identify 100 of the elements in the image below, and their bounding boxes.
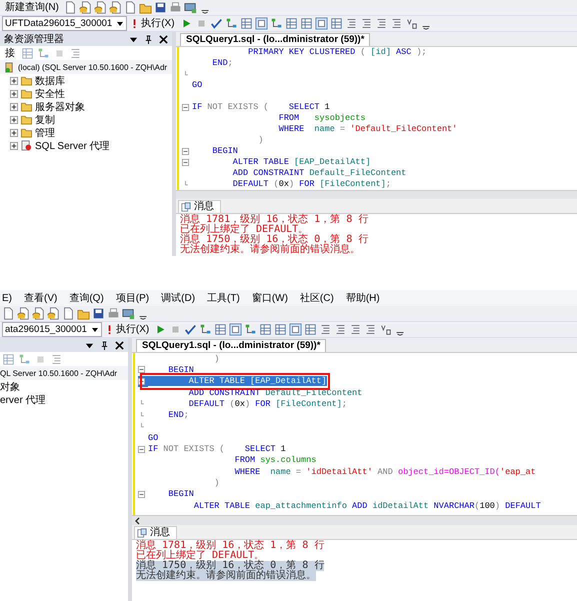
code-line: BEGIN [167, 364, 194, 375]
hierarchy-icon[interactable] [199, 323, 212, 336]
tree-item[interactable]: 管理 [35, 126, 55, 140]
execute-button[interactable]: 执行(X) [104, 323, 152, 336]
indent-icon[interactable] [364, 323, 378, 336]
database-document-icon[interactable] [32, 307, 45, 320]
hierarchy-icon[interactable] [270, 17, 283, 30]
check-icon[interactable] [184, 323, 198, 336]
database-document-icon[interactable] [94, 1, 107, 14]
menu-item[interactable]: 项目(P) [116, 291, 150, 305]
error-message: 消息 1750，级别 16，状态 0，第 8 行 [136, 561, 324, 571]
database-dropdown[interactable]: UFTData296015_300001 [2, 16, 128, 31]
messages-icon [181, 202, 191, 212]
code-line: BEGIN [167, 489, 194, 500]
code-line: ADD CONSTRAINT Default_FileContent [188, 388, 362, 398]
save-icon[interactable] [154, 1, 167, 14]
code-line: END; [211, 58, 233, 68]
menu-item[interactable]: E) [2, 292, 12, 304]
tree-item[interactable]: 安全性 [35, 86, 65, 100]
indent-icon[interactable] [349, 323, 362, 336]
collapse-toggle-icon[interactable] [138, 446, 145, 453]
indent-icon[interactable] [344, 17, 358, 30]
database-document-icon[interactable] [78, 1, 92, 14]
collapse-toggle-icon[interactable] [182, 148, 189, 155]
horizontal-scrollbar[interactable] [132, 515, 577, 525]
hierarchy-icon[interactable] [37, 46, 50, 60]
expand-toggle-icon[interactable] [10, 128, 18, 136]
expand-toggle-icon[interactable] [10, 116, 18, 124]
code-line: BEGIN [211, 146, 238, 156]
code-line: WHERE name = 'Default_FileContent' [278, 124, 458, 134]
folder-icon [21, 127, 32, 138]
error-message: 无法创建约束。请参阅前面的错误消息。 [180, 244, 360, 255]
menu-item[interactable]: 查看(V) [24, 291, 58, 305]
tree-item[interactable]: erver 代理 [0, 392, 46, 406]
tree-item[interactable]: SQL Server 代理 [35, 138, 110, 152]
editor-tab[interactable]: SQLQuery1.sql - (lo...dministrator (59))* [180, 32, 370, 46]
execute-button[interactable]: 执行(X) [129, 17, 178, 30]
tree-item[interactable]: 服务器对象 [35, 100, 85, 114]
menu-item[interactable]: 社区(C) [300, 291, 334, 305]
database-document-icon[interactable] [17, 307, 30, 320]
new-query-button[interactable]: 新建查询(N) [2, 1, 62, 14]
indent-icon[interactable] [374, 17, 388, 30]
menu-item[interactable]: 调试(D) [161, 291, 196, 305]
menu-item[interactable]: 帮助(H) [346, 291, 380, 305]
indent-icon[interactable] [360, 17, 373, 30]
scroll-left-icon[interactable] [134, 516, 142, 524]
indent-icon[interactable] [319, 323, 332, 336]
panel-title: 象资源管理器 [4, 33, 64, 46]
database-document-icon[interactable] [47, 307, 60, 320]
error-message: 消息 1781，级别 16，状态 1，第 8 行 [180, 214, 368, 225]
code-line: DEFAULT (0x) FOR [FileContent]; [232, 179, 391, 190]
check-icon[interactable] [210, 17, 223, 30]
close-icon[interactable] [115, 340, 124, 350]
collapse-toggle-icon[interactable] [182, 158, 189, 166]
collapse-toggle-icon[interactable] [182, 104, 189, 111]
messages-tab[interactable]: 消息 [134, 526, 177, 539]
indent-icon[interactable] [334, 323, 348, 336]
pin-icon[interactable] [100, 340, 109, 350]
tree-item[interactable]: 对象 [0, 380, 20, 394]
folder-icon [21, 101, 32, 112]
expand-toggle-icon[interactable] [10, 76, 18, 84]
hierarchy-icon[interactable] [224, 17, 238, 30]
messages-tab[interactable]: 消息 [178, 200, 221, 213]
monitor-icon[interactable] [122, 307, 135, 320]
connect-button[interactable]: 接 [2, 46, 18, 60]
indent-icon[interactable] [69, 46, 82, 60]
menu-item[interactable]: 查询(Q) [69, 291, 104, 305]
error-message: 已在列上绑定了 DEFAULT。 [136, 551, 264, 561]
error-message: 已在列上绑定了 DEFAULT。 [180, 224, 308, 235]
menu-item[interactable]: 工具(T) [207, 291, 240, 305]
expand-toggle-icon[interactable] [10, 142, 18, 150]
close-icon[interactable] [159, 34, 168, 44]
fold-end-marker [138, 412, 145, 419]
code-line: END; [167, 410, 189, 420]
menu-item[interactable]: 窗口(W) [252, 291, 288, 305]
save-icon[interactable] [92, 307, 105, 320]
document-icon[interactable] [64, 1, 77, 14]
indent-icon[interactable] [390, 17, 403, 30]
indent-icon[interactable] [50, 352, 63, 366]
code-line: ALTER TABLE [EAP_DetailAtt] [232, 157, 371, 168]
collapse-toggle-icon[interactable] [138, 490, 145, 498]
monitor-icon[interactable] [184, 1, 197, 14]
fold-end-marker [138, 422, 145, 430]
database-dropdown[interactable]: ata296015_300001 [2, 322, 102, 337]
agent-icon [21, 140, 32, 151]
collapse-toggle-icon[interactable] [138, 366, 145, 374]
tree-item[interactable]: 数据库 [35, 74, 65, 88]
database-document-icon[interactable] [108, 1, 122, 14]
fold-end-marker [182, 180, 189, 188]
tree-item[interactable]: 复制 [35, 112, 55, 126]
document-icon[interactable] [124, 1, 137, 14]
expand-toggle-icon[interactable] [10, 90, 18, 98]
hierarchy-icon[interactable] [18, 352, 31, 366]
hierarchy-icon[interactable] [244, 323, 258, 336]
expand-toggle-icon[interactable] [10, 102, 18, 110]
pin-icon[interactable] [144, 34, 153, 44]
code-line: GO [148, 432, 158, 443]
horizontal-scrollbar[interactable] [176, 190, 577, 200]
code-line: PRIMARY KEY CLUSTERED ( [id] ASC ); [247, 47, 427, 58]
editor-tab[interactable]: SQLQuery1.sql - (lo...dministrator (59))* [136, 339, 326, 352]
